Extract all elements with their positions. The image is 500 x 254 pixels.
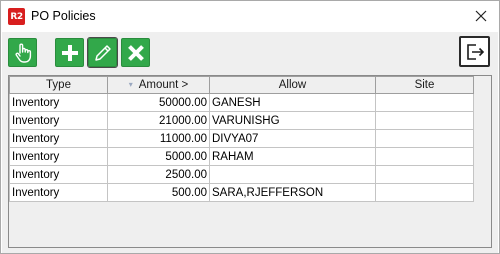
add-button[interactable] bbox=[55, 38, 84, 67]
cell-site[interactable] bbox=[375, 111, 474, 130]
cell-site[interactable] bbox=[375, 165, 474, 184]
edit-button[interactable] bbox=[87, 37, 118, 68]
cell-type[interactable]: Inventory bbox=[9, 183, 108, 202]
cell-allow[interactable]: DIVYA07 bbox=[209, 129, 376, 148]
column-header-amount-label: Amount > bbox=[138, 79, 189, 91]
cell-type[interactable]: Inventory bbox=[9, 111, 108, 130]
table-row[interactable]: Inventory 50000.00 GANESH bbox=[9, 93, 474, 112]
exit-door-icon bbox=[466, 43, 484, 60]
pencil-icon bbox=[94, 44, 111, 61]
select-button[interactable] bbox=[8, 38, 37, 67]
cell-amount[interactable]: 5000.00 bbox=[107, 147, 210, 166]
column-header-amount[interactable]: ▾ Amount > bbox=[107, 76, 210, 94]
cell-allow[interactable]: RAHAM bbox=[209, 147, 376, 166]
header-row: Type ▾ Amount > Allow Site bbox=[9, 76, 474, 94]
close-x-icon bbox=[127, 44, 144, 61]
table-row[interactable]: Inventory 2500.00 bbox=[9, 165, 474, 184]
policies-table: Type ▾ Amount > Allow Site Inventory 5000… bbox=[9, 76, 474, 202]
cell-amount[interactable]: 50000.00 bbox=[107, 93, 210, 112]
cell-amount[interactable]: 21000.00 bbox=[107, 111, 210, 130]
delete-button[interactable] bbox=[121, 38, 150, 67]
cell-site[interactable] bbox=[375, 93, 474, 112]
policies-grid[interactable]: Type ▾ Amount > Allow Site Inventory 5000… bbox=[8, 75, 492, 248]
sort-icon: ▾ bbox=[128, 80, 133, 89]
cell-type[interactable]: Inventory bbox=[9, 129, 108, 148]
cell-amount[interactable]: 2500.00 bbox=[107, 165, 210, 184]
window-title: PO Policies bbox=[31, 9, 96, 23]
window-close-button[interactable] bbox=[467, 3, 495, 29]
table-row[interactable]: Inventory 5000.00 RAHAM bbox=[9, 147, 474, 166]
column-header-allow[interactable]: Allow bbox=[209, 76, 376, 94]
table-row[interactable]: Inventory 500.00 SARA,RJEFFERSON bbox=[9, 183, 474, 202]
app-icon: R2 bbox=[8, 8, 25, 25]
table-row[interactable]: Inventory 21000.00 VARUNISHG bbox=[9, 111, 474, 130]
cell-site[interactable] bbox=[375, 147, 474, 166]
hand-pointer-icon bbox=[15, 43, 31, 63]
cell-type[interactable]: Inventory bbox=[9, 165, 108, 184]
cell-allow[interactable]: SARA,RJEFFERSON bbox=[209, 183, 376, 202]
cell-site[interactable] bbox=[375, 129, 474, 148]
title-bar[interactable]: R2 PO Policies bbox=[1, 1, 499, 32]
cell-allow[interactable]: VARUNISHG bbox=[209, 111, 376, 130]
cell-site[interactable] bbox=[375, 183, 474, 202]
cell-type[interactable]: Inventory bbox=[9, 93, 108, 112]
column-header-type[interactable]: Type bbox=[9, 76, 108, 94]
cell-type[interactable]: Inventory bbox=[9, 147, 108, 166]
cell-amount[interactable]: 500.00 bbox=[107, 183, 210, 202]
column-header-site[interactable]: Site bbox=[375, 76, 474, 94]
po-policies-window: R2 PO Policies Type ▾ Amount > Allow Sit… bbox=[0, 0, 500, 254]
cell-amount[interactable]: 11000.00 bbox=[107, 129, 210, 148]
table-row[interactable]: Inventory 11000.00 DIVYA07 bbox=[9, 129, 474, 148]
plus-icon bbox=[61, 44, 78, 61]
cell-allow[interactable] bbox=[209, 165, 376, 184]
close-icon bbox=[475, 10, 487, 22]
cell-allow[interactable]: GANESH bbox=[209, 93, 376, 112]
exit-button[interactable] bbox=[459, 36, 490, 67]
dialog-body: Type ▾ Amount > Allow Site Inventory 5000… bbox=[2, 32, 498, 253]
